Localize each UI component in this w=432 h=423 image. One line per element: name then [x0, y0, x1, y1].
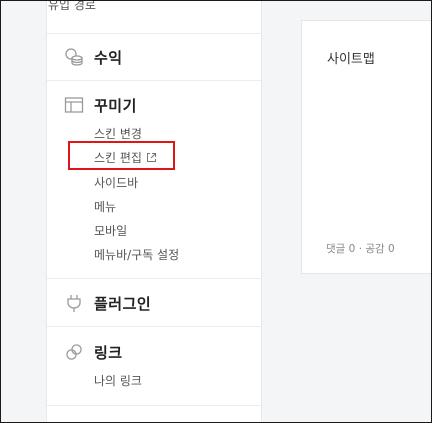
sitemap-card[interactable]: 사이트맵 댓글 0 · 공감 0: [301, 20, 431, 274]
sidebar-section-title: 수익: [94, 48, 123, 67]
sidebar-item-skin-change[interactable]: 스킨 변경: [94, 125, 142, 142]
card-title: 사이트맵: [327, 52, 375, 67]
sidebar-section-link[interactable]: 링크: [64, 340, 123, 364]
sidebar-section-revenue[interactable]: 수익: [64, 45, 123, 69]
sidebar-item-my-link[interactable]: 나의 링크: [94, 372, 142, 389]
highlight-box: [68, 141, 175, 170]
sidebar-section-title: 플러그인: [94, 294, 152, 313]
sidebar-section-title: 꾸미기: [94, 96, 137, 115]
window-frame: 수익 꾸미기 스킨 변경 스킨 편집 사이드바 메뉴 모바일 메뉴바/구독 설정: [0, 0, 432, 423]
divider: [47, 33, 261, 34]
sidebar-item-menu[interactable]: 메뉴: [94, 198, 116, 215]
sidebar-item-mobile[interactable]: 모바일: [94, 222, 127, 239]
sidebar-item-traffic-source[interactable]: 유입 경로: [48, 1, 96, 13]
sidebar-item-menubar-subscribe[interactable]: 메뉴바/구독 설정: [94, 246, 179, 263]
sidebar-section-title: 링크: [94, 343, 123, 362]
plug-icon: [64, 293, 84, 313]
divider: [47, 405, 261, 406]
separator-dot: ·: [358, 243, 363, 255]
likes-count: 공감 0: [365, 243, 395, 255]
coins-icon: [64, 47, 84, 67]
divider: [47, 278, 261, 279]
sidebar-item-sidebar[interactable]: 사이드바: [94, 174, 138, 191]
layout-icon: [64, 95, 84, 115]
sidebar-section-design[interactable]: 꾸미기: [64, 93, 137, 117]
divider: [47, 326, 261, 327]
comments-count: 댓글 0: [326, 243, 356, 255]
sidebar: 수익 꾸미기 스킨 변경 스킨 편집 사이드바 메뉴 모바일 메뉴바/구독 설정: [46, 1, 262, 422]
link-icon: [64, 342, 84, 362]
divider: [47, 80, 261, 81]
card-stats: 댓글 0 · 공감 0: [326, 241, 395, 256]
sidebar-section-plugin[interactable]: 플러그인: [64, 291, 151, 315]
